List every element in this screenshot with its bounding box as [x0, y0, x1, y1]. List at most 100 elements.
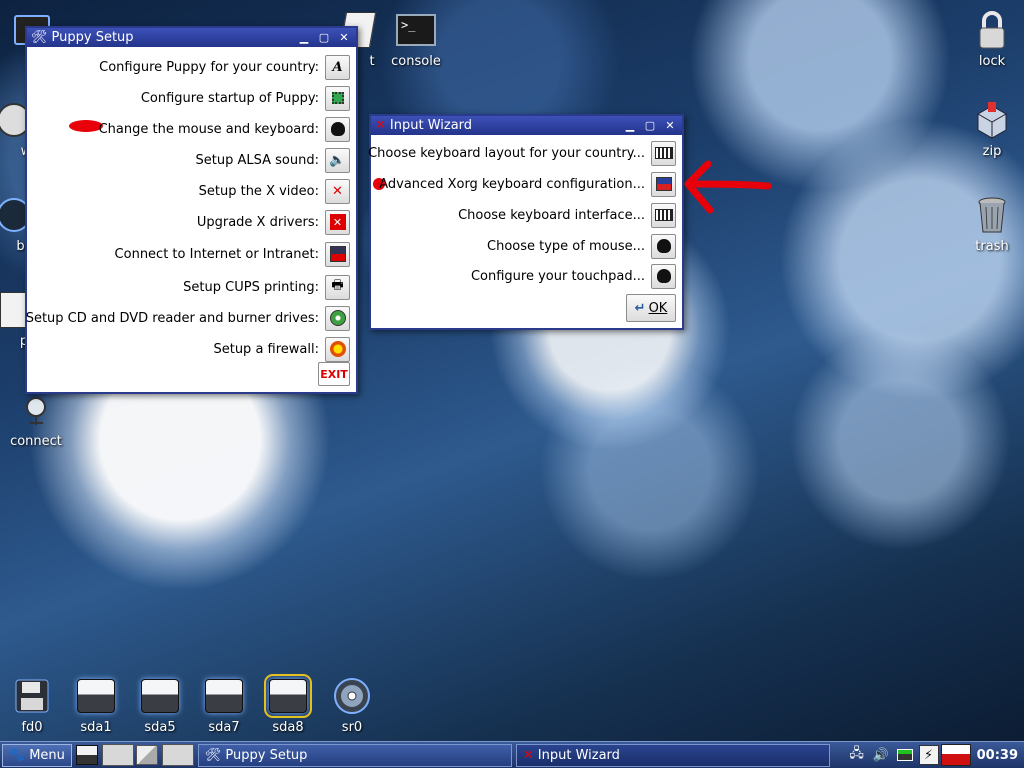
drive-label: sda5 — [144, 720, 176, 735]
lock-icon — [972, 10, 1012, 50]
setup-label: Upgrade X drivers: — [196, 214, 319, 230]
setup-row-startup: Configure startup of Puppy: — [141, 84, 350, 112]
ok-label: OK — [648, 300, 668, 316]
cups-button[interactable]: 🖶 — [325, 274, 350, 300]
setup-row-xdrivers: Upgrade X drivers: ✕ — [197, 208, 350, 236]
x-upgrade-icon: ✕ — [329, 214, 346, 230]
drive-label: fd0 — [21, 720, 43, 735]
startup-button[interactable] — [325, 85, 350, 111]
setup-row-cd-dvd: Setup CD and DVD reader and burner drive… — [26, 304, 350, 332]
desktop-icon-connect[interactable]: connect — [0, 390, 72, 449]
desktop-icon-console[interactable]: >_ console — [380, 10, 452, 69]
drive-tray-icon[interactable] — [75, 745, 98, 765]
console-icon: >_ — [396, 10, 436, 50]
drive-label: sda7 — [208, 720, 240, 735]
xorg-keyboard-button[interactable] — [651, 171, 676, 197]
setup-label: Configure Puppy for your country: — [99, 59, 319, 75]
tools-icon: 🛠 — [204, 747, 222, 763]
setup-label: Configure startup of Puppy: — [140, 90, 319, 106]
cd-dvd-button[interactable] — [325, 305, 350, 331]
close-button[interactable]: ✕ — [662, 119, 678, 133]
network-icon — [329, 246, 346, 262]
task-input-wizard[interactable]: ✕ Input Wizard — [515, 743, 830, 767]
mouse-icon — [656, 239, 671, 253]
touchpad-button[interactable] — [651, 263, 676, 289]
minimize-button[interactable]: ▁ — [622, 119, 638, 133]
desktop-icon-label: zip — [982, 144, 1002, 159]
setup-row-mouse-keyboard: Change the mouse and keyboard: — [99, 115, 350, 143]
x-icon: ✕ — [522, 747, 534, 763]
pager-desktop-2[interactable] — [161, 744, 194, 766]
desktop-icon-label: lock — [978, 54, 1006, 69]
volume-icon[interactable]: 🔊 — [871, 745, 891, 765]
country-button[interactable]: A — [325, 54, 350, 80]
drive-sda8[interactable]: sda8 — [252, 674, 324, 735]
mouse-icon — [330, 122, 345, 136]
setup-row-firewall: Setup a firewall: — [213, 335, 350, 363]
keyboard-layout-button[interactable] — [651, 140, 676, 166]
network-icon[interactable]: 🖧 — [847, 745, 867, 765]
firewall-button[interactable] — [325, 336, 350, 362]
desktop-icon-label: console — [391, 54, 441, 69]
chip-icon — [331, 92, 344, 104]
keyboard-icon — [654, 209, 673, 221]
font-icon: A — [332, 59, 343, 75]
menu-button[interactable]: 🐾 Menu — [2, 743, 72, 767]
power-icon[interactable]: ⚡ — [918, 745, 939, 765]
x-icon: ✕ — [332, 183, 343, 199]
wizard-label: Configure your touchpad... — [470, 268, 645, 284]
setup-row-internet: Connect to Internet or Intranet: — [115, 240, 350, 268]
desktop-icon-lock[interactable]: lock — [956, 10, 1024, 69]
setup-label: Change the mouse and keyboard: — [98, 121, 319, 137]
drive-sda7[interactable]: sda7 — [188, 676, 260, 735]
xvideo-button[interactable]: ✕ — [325, 178, 350, 204]
trash-icon — [972, 195, 1012, 235]
xdrivers-button[interactable]: ✕ — [325, 209, 350, 235]
menu-label: Menu — [29, 747, 65, 763]
cpu-monitor — [940, 744, 971, 766]
wizard-row-mouse: Choose type of mouse... — [487, 232, 676, 260]
setup-label: Connect to Internet or Intranet: — [114, 246, 319, 262]
tools-icon: 🛠 — [31, 30, 48, 45]
desktop-icon-trash[interactable]: trash — [956, 195, 1024, 254]
keyboard-interface-button[interactable] — [651, 202, 676, 228]
setup-label: Setup the X video: — [198, 183, 319, 199]
cd-icon — [329, 310, 346, 326]
title-bar[interactable]: 🛠 Puppy Setup ▁ ▢ ✕ — [27, 28, 356, 47]
maximize-button[interactable]: ▢ — [316, 31, 332, 45]
keyboard-icon — [654, 147, 673, 159]
maximize-button[interactable]: ▢ — [642, 119, 658, 133]
drive-fd0[interactable]: fd0 — [0, 676, 68, 735]
setup-row-xvideo: Setup the X video: ✕ — [199, 177, 350, 205]
desktop-icon-zip[interactable]: zip — [956, 100, 1024, 159]
close-button[interactable]: ✕ — [336, 31, 352, 45]
mouse-keyboard-button[interactable] — [325, 116, 350, 142]
minimize-button[interactable]: ▁ — [296, 31, 312, 45]
annotation-arrow-icon — [684, 160, 772, 214]
drive-icon — [140, 676, 180, 716]
desktop-icon-label: trash — [975, 239, 1009, 254]
battery-icon[interactable] — [895, 745, 915, 765]
drive-sda1[interactable]: sda1 — [60, 676, 132, 735]
alsa-button[interactable]: 🔈 — [325, 147, 350, 173]
connect-icon — [16, 390, 56, 430]
ok-button[interactable]: ↵ OK — [626, 294, 676, 322]
setup-label: Setup CD and DVD reader and burner drive… — [25, 310, 319, 326]
title-bar[interactable]: ✕ Input Wizard ▁ ▢ ✕ — [371, 116, 682, 135]
setup-row-alsa: Setup ALSA sound: 🔈 — [196, 146, 350, 174]
exit-button[interactable]: EXIT — [318, 362, 350, 386]
drive-icon — [264, 674, 312, 718]
setup-row-country: Configure Puppy for your country: A — [99, 53, 350, 81]
drive-sda5[interactable]: sda5 — [124, 676, 196, 735]
pager-desktop-1[interactable] — [101, 744, 134, 766]
internet-button[interactable] — [325, 241, 350, 267]
wizard-row-layout: Choose keyboard layout for your country.… — [368, 139, 676, 167]
x-icon: ✕ — [375, 118, 386, 133]
cd-icon — [332, 676, 372, 716]
show-desktop-icon[interactable] — [135, 745, 158, 765]
enter-arrow-icon: ↵ — [634, 300, 646, 316]
task-puppy-setup[interactable]: 🛠 Puppy Setup — [197, 743, 512, 767]
drive-sr0[interactable]: sr0 — [316, 676, 388, 735]
taskbar: 🐾 Menu 🛠 Puppy Setup ✕ Input Wizard 🖧 🔊 … — [0, 741, 1024, 768]
mouse-type-button[interactable] — [651, 233, 676, 259]
